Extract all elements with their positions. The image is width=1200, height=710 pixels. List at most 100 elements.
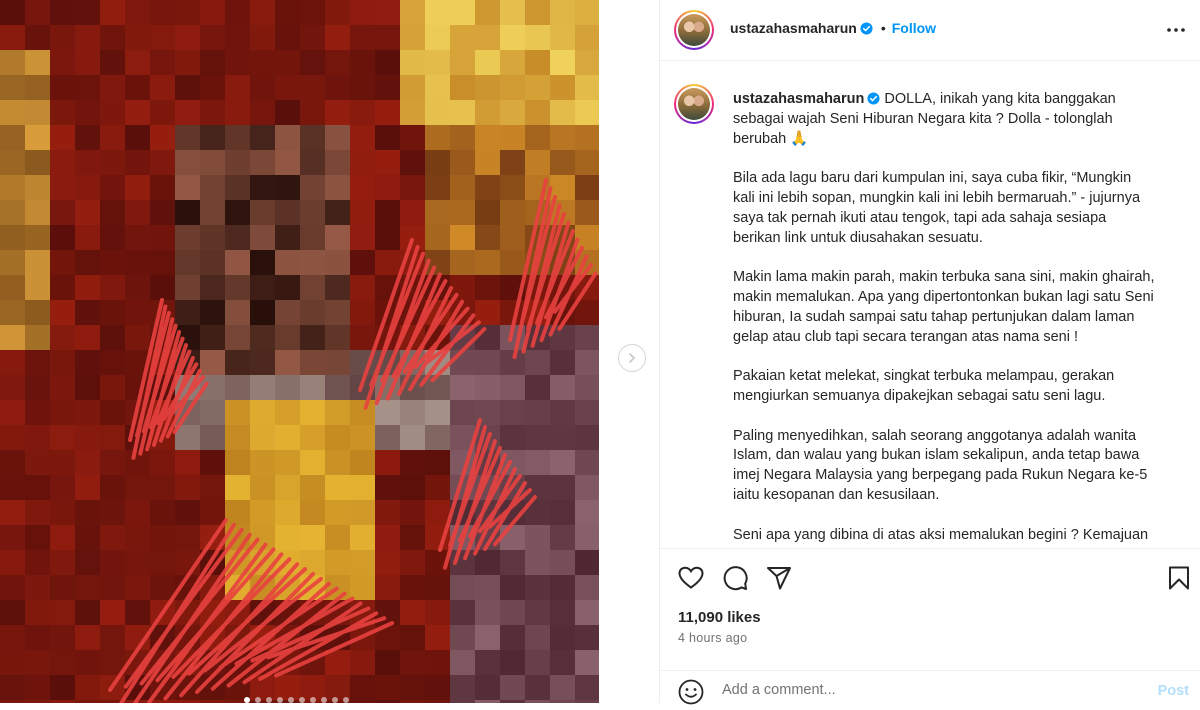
- mosaic-tile: [450, 250, 475, 275]
- mosaic-tile: [300, 125, 325, 150]
- carousel-dot: [299, 697, 305, 703]
- caption-text: ustazahasmaharun DOLLA, inikah yang kita…: [733, 90, 1163, 545]
- mosaic-tile: [425, 675, 450, 700]
- mosaic-tile: [50, 250, 75, 275]
- caption-username[interactable]: ustazahasmaharun: [733, 91, 864, 107]
- mosaic-tile: [25, 650, 50, 675]
- next-slide-button[interactable]: [618, 344, 646, 372]
- mosaic-tile: [150, 225, 175, 250]
- mosaic-tile: [500, 425, 525, 450]
- share-icon[interactable]: [765, 564, 793, 592]
- mosaic-tile: [525, 100, 550, 125]
- mosaic-tile: [25, 150, 50, 175]
- mosaic-tile: [500, 575, 525, 600]
- mosaic-tile: [450, 200, 475, 225]
- mosaic-tile: [550, 50, 575, 75]
- mosaic-tile: [150, 200, 175, 225]
- mosaic-tile: [525, 625, 550, 650]
- mosaic-tile: [275, 325, 300, 350]
- mosaic-tile: [250, 0, 275, 25]
- mosaic-tile: [575, 25, 599, 50]
- mosaic-tile: [575, 325, 599, 350]
- mosaic-tile: [50, 425, 75, 450]
- mosaic-tile: [575, 450, 599, 475]
- mosaic-tile: [475, 625, 500, 650]
- mosaic-tile: [75, 450, 100, 475]
- mosaic-tile: [475, 325, 500, 350]
- mosaic-tile: [150, 525, 175, 550]
- mosaic-tile: [175, 150, 200, 175]
- emoji-icon[interactable]: [678, 679, 704, 705]
- mosaic-tile: [450, 100, 475, 125]
- mosaic-tile: [200, 425, 225, 450]
- post-time[interactable]: 4 hours ago: [678, 631, 747, 645]
- mosaic-tile: [475, 175, 500, 200]
- like-icon[interactable]: [677, 564, 705, 592]
- mosaic-tile: [300, 300, 325, 325]
- mosaic-tile: [75, 675, 100, 700]
- mosaic-tile: [150, 450, 175, 475]
- mosaic-tile: [500, 250, 525, 275]
- mosaic-tile: [25, 175, 50, 200]
- mosaic-tile: [350, 0, 375, 25]
- mosaic-tile: [0, 150, 25, 175]
- mosaic-tile: [500, 675, 525, 700]
- mosaic-tile: [25, 275, 50, 300]
- mosaic-tile: [275, 225, 300, 250]
- mosaic-tile: [500, 100, 525, 125]
- mosaic-tile: [425, 100, 450, 125]
- mosaic-tile: [475, 50, 500, 75]
- mosaic-tile: [25, 325, 50, 350]
- mosaic-tile: [25, 250, 50, 275]
- mosaic-tile: [100, 200, 125, 225]
- mosaic-tile: [500, 375, 525, 400]
- mosaic-tile: [450, 75, 475, 100]
- comment-icon[interactable]: [721, 564, 749, 592]
- mosaic-tile: [0, 450, 25, 475]
- follow-button[interactable]: Follow: [892, 20, 936, 36]
- mosaic-tile: [325, 75, 350, 100]
- separator-dot: •: [880, 20, 886, 36]
- mosaic-tile: [375, 400, 400, 425]
- mosaic-tile: [125, 600, 150, 625]
- mosaic-tile: [225, 275, 250, 300]
- mosaic-tile: [225, 350, 250, 375]
- carousel-dots: [244, 697, 349, 703]
- mosaic-tile: [225, 100, 250, 125]
- mosaic-tile: [175, 200, 200, 225]
- more-options-icon[interactable]: [1165, 19, 1187, 41]
- comment-input[interactable]: [720, 681, 1124, 699]
- mosaic-tile: [275, 200, 300, 225]
- carousel-dot: [321, 697, 327, 703]
- mosaic-tile: [125, 225, 150, 250]
- mosaic-tile: [275, 400, 300, 425]
- save-icon[interactable]: [1165, 564, 1193, 592]
- avatar[interactable]: [674, 10, 714, 50]
- mosaic-tile: [500, 175, 525, 200]
- mosaic-tile: [250, 175, 275, 200]
- mosaic-tile: [100, 175, 125, 200]
- mosaic-tile: [150, 75, 175, 100]
- mosaic-tile: [325, 275, 350, 300]
- mosaic-tile: [425, 125, 450, 150]
- verified-badge-icon: [860, 21, 873, 35]
- header-username[interactable]: ustazahasmaharun: [730, 20, 857, 36]
- mosaic-tile: [375, 0, 400, 25]
- mosaic-tile: [525, 375, 550, 400]
- mosaic-tile: [325, 225, 350, 250]
- mosaic-tile: [50, 150, 75, 175]
- mosaic-tile: [425, 25, 450, 50]
- mosaic-tile: [0, 200, 25, 225]
- mosaic-tile: [500, 625, 525, 650]
- mosaic-tile: [275, 0, 300, 25]
- post-comment-button[interactable]: Post: [1158, 683, 1189, 699]
- mosaic-tile: [200, 100, 225, 125]
- mosaic-tile: [375, 50, 400, 75]
- likes-count[interactable]: 11,090 likes: [678, 609, 761, 626]
- post-media[interactable]: [0, 0, 599, 703]
- mosaic-tile: [0, 575, 25, 600]
- mosaic-tile: [200, 275, 225, 300]
- mosaic-tile: [75, 100, 100, 125]
- caption-avatar[interactable]: [674, 84, 714, 124]
- mosaic-tile: [400, 525, 425, 550]
